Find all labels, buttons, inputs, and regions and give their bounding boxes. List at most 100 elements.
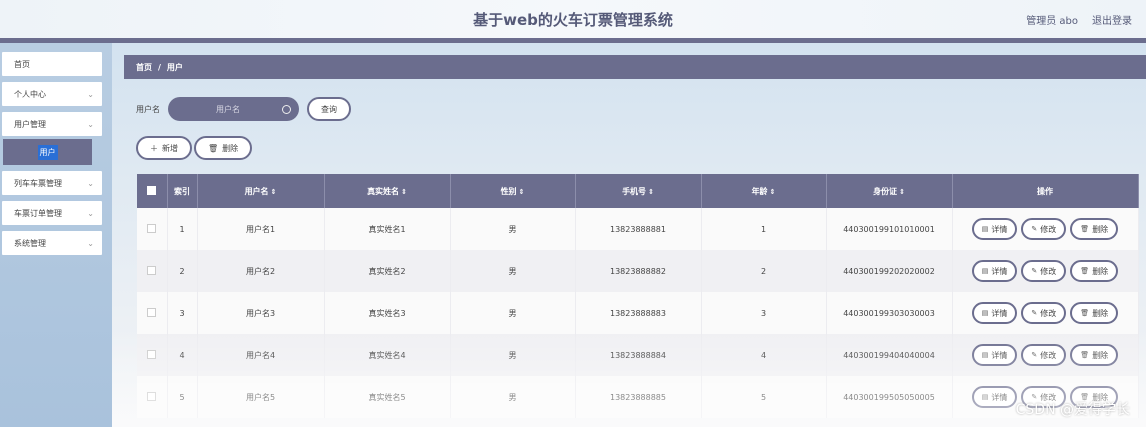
- cell-operations: ▤ 详情 ✎ 修改 🗑 删除: [952, 250, 1139, 292]
- detail-label: 详情: [991, 266, 1008, 276]
- detail-button[interactable]: ▤ 详情: [971, 386, 1018, 408]
- logout-link[interactable]: 退出登录: [1092, 12, 1132, 27]
- sidebar-item-label: 列车车票管理: [14, 178, 62, 188]
- header-idcard[interactable]: 身份证 ⇕: [826, 174, 953, 208]
- sidebar-item-label: 车票订单管理: [14, 208, 62, 218]
- detail-button[interactable]: ▤ 详情: [971, 302, 1018, 324]
- edit-button[interactable]: ✎ 修改: [1021, 344, 1067, 366]
- sidebar-item-user-management[interactable]: 用户管理 ⌄: [2, 112, 102, 136]
- cell-username: 用户名1: [197, 208, 325, 250]
- pencil-icon: ✎: [1031, 267, 1038, 275]
- sidebar-item-label: 用户管理: [14, 119, 46, 129]
- row-delete-button[interactable]: 🗑 删除: [1070, 344, 1119, 366]
- row-checkbox[interactable]: [147, 265, 157, 275]
- sidebar: 首页 个人中心 ⌄ 用户管理 ⌄ 用户 列车车票管理 ⌄ 车票订单管理 ⌄ 系统…: [0, 43, 112, 427]
- edit-button[interactable]: ✎ 修改: [1021, 260, 1067, 282]
- cell-index: 3: [167, 292, 198, 334]
- row-select-cell[interactable]: [137, 208, 168, 250]
- cell-operations: ▤ 详情 ✎ 修改 🗑 删除: [952, 334, 1139, 376]
- chevron-down-icon: ⌄: [87, 208, 94, 218]
- row-checkbox[interactable]: [147, 349, 157, 359]
- row-select-cell[interactable]: [137, 334, 168, 376]
- header-realname[interactable]: 真实姓名 ⇕: [324, 174, 451, 208]
- cell-realname: 真实姓名2: [324, 250, 451, 292]
- user-table: 索引 用户名 ⇕ 真实姓名 ⇕ 性别 ⇕ 手机号 ⇕ 年龄 ⇕ 身份证 ⇕ 操作 1 用户名1…: [137, 174, 1139, 418]
- table-row: 1 用户名1 真实姓名1 男 13823888881 1 44030019910101000…: [137, 208, 1139, 250]
- pencil-icon: ✎: [1031, 351, 1038, 359]
- cell-gender: 男: [450, 250, 576, 292]
- row-delete-label: 删除: [1092, 266, 1109, 276]
- cell-idcard: 440300199202020002: [826, 250, 953, 292]
- sidebar-subitem-label: 用户: [37, 144, 58, 160]
- sidebar-item-ticket-orders[interactable]: 车票订单管理 ⌄: [2, 201, 102, 225]
- app-title: 基于web的火车订票管理系统: [473, 10, 673, 29]
- cell-username: 用户名5: [197, 376, 325, 418]
- cell-phone: 13823888883: [575, 292, 702, 334]
- row-delete-button[interactable]: 🗑 删除: [1070, 218, 1119, 240]
- detail-button[interactable]: ▤ 详情: [971, 260, 1018, 282]
- cell-operations: ▤ 详情 ✎ 修改 🗑 删除: [952, 208, 1139, 250]
- header-username[interactable]: 用户名 ⇕: [197, 174, 325, 208]
- select-all-checkbox[interactable]: [147, 185, 157, 195]
- cell-realname: 真实姓名1: [324, 208, 451, 250]
- table-header-row: 索引 用户名 ⇕ 真实姓名 ⇕ 性别 ⇕ 手机号 ⇕ 年龄 ⇕ 身份证 ⇕ 操作: [137, 174, 1139, 208]
- table-row: 3 用户名3 真实姓名3 男 13823888883 3 44030019930303000…: [137, 292, 1139, 334]
- admin-user-label[interactable]: 管理员 abo: [1026, 12, 1078, 27]
- sidebar-item-label: 系统管理: [14, 238, 46, 248]
- cell-age: 4: [701, 334, 827, 376]
- row-select-cell[interactable]: [137, 376, 168, 418]
- row-select-cell[interactable]: [137, 250, 168, 292]
- row-checkbox[interactable]: [147, 223, 157, 233]
- row-delete-button[interactable]: 🗑 删除: [1070, 302, 1119, 324]
- cell-index: 2: [167, 250, 198, 292]
- row-delete-label: 删除: [1092, 224, 1109, 234]
- trash-icon: 🗑: [1080, 351, 1090, 359]
- app-header: 基于web的火车订票管理系统 管理员 abo 退出登录: [0, 0, 1146, 38]
- table-row: 2 用户名2 真实姓名2 男 13823888882 2 44030019920202000…: [137, 250, 1139, 292]
- sort-icon: ⇕: [648, 187, 654, 196]
- header-phone[interactable]: 手机号 ⇕: [575, 174, 702, 208]
- cell-gender: 男: [450, 292, 576, 334]
- detail-label: 详情: [991, 350, 1008, 360]
- search-field[interactable]: [168, 97, 299, 121]
- sidebar-subitem-users[interactable]: 用户: [3, 139, 92, 165]
- edit-button[interactable]: ✎ 修改: [1021, 218, 1067, 240]
- search-label: 用户名: [136, 104, 160, 114]
- header-label: 年龄: [751, 186, 768, 196]
- sidebar-item-profile[interactable]: 个人中心 ⌄: [2, 82, 102, 106]
- cell-username: 用户名4: [197, 334, 325, 376]
- row-select-cell[interactable]: [137, 292, 168, 334]
- select-all-cell[interactable]: [137, 174, 168, 208]
- row-checkbox[interactable]: [147, 307, 157, 317]
- detail-label: 详情: [991, 308, 1008, 318]
- cell-gender: 男: [450, 208, 576, 250]
- sort-icon: ⇕: [899, 187, 905, 196]
- cell-idcard: 440300199303030003: [826, 292, 953, 334]
- header-accent-bar: [0, 38, 1146, 43]
- breadcrumb-home[interactable]: 首页: [136, 62, 152, 73]
- cell-phone: 13823888882: [575, 250, 702, 292]
- row-delete-label: 删除: [1092, 350, 1109, 360]
- detail-button[interactable]: ▤ 详情: [971, 218, 1018, 240]
- document-icon: ▤: [981, 351, 989, 359]
- sidebar-item-system[interactable]: 系统管理 ⌄: [2, 231, 102, 255]
- edit-button[interactable]: ✎ 修改: [1021, 302, 1067, 324]
- cell-realname: 真实姓名5: [324, 376, 451, 418]
- cell-realname: 真实姓名3: [324, 292, 451, 334]
- trash-icon: 🗑: [208, 143, 219, 153]
- cell-operations: ▤ 详情 ✎ 修改 🗑 删除: [952, 292, 1139, 334]
- search-input[interactable]: [188, 104, 268, 114]
- sidebar-item-home[interactable]: 首页: [2, 52, 102, 76]
- pencil-icon: ✎: [1031, 225, 1038, 233]
- row-delete-button[interactable]: 🗑 删除: [1070, 260, 1119, 282]
- detail-button[interactable]: ▤ 详情: [971, 344, 1018, 366]
- row-checkbox[interactable]: [147, 391, 157, 401]
- sidebar-item-train-tickets[interactable]: 列车车票管理 ⌄: [2, 171, 102, 195]
- delete-button[interactable]: 🗑 删除: [194, 136, 253, 160]
- add-button[interactable]: ＋ 新增: [136, 136, 192, 160]
- header-gender[interactable]: 性别 ⇕: [450, 174, 576, 208]
- search-button[interactable]: 查询: [307, 97, 351, 121]
- header-age[interactable]: 年龄 ⇕: [701, 174, 827, 208]
- breadcrumb: 首页 / 用户: [124, 55, 1146, 79]
- header-label: 性别: [500, 186, 517, 196]
